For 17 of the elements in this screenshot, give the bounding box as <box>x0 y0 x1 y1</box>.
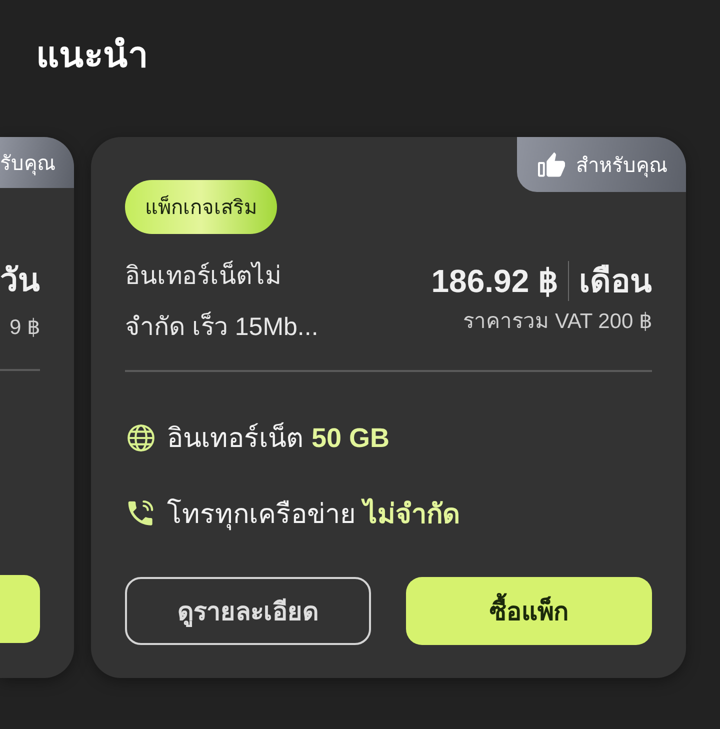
package-tag: แพ็กเกจเสริม <box>125 180 277 234</box>
feature-text: อินเทอร์เน็ต 50 GB <box>167 421 390 455</box>
section-title: แนะนำ <box>35 33 149 77</box>
globe-icon <box>127 424 155 452</box>
feature-text: โทรทุกเครือข่าย ไม่จำกัด <box>167 497 461 532</box>
price-note: 9 ฿ <box>9 315 40 341</box>
phone-icon <box>127 500 155 528</box>
badge-text: สำหรับคุณ <box>576 154 668 180</box>
price-note: ราคารวม VAT 200 ฿ <box>463 309 652 335</box>
buy-button[interactable]: ซื้อแพ็ก <box>406 577 652 645</box>
recommended-badge: รับคุณ <box>0 137 74 188</box>
price-period: วัน <box>0 261 40 300</box>
thumbs-up-icon <box>538 152 565 177</box>
package-title: อินเทอร์เน็ตไม่ จำกัด เร็ว 15Mb... <box>125 260 318 343</box>
price-period: เดือน <box>579 262 652 301</box>
details-button[interactable]: ดูรายละเอียด <box>125 577 371 645</box>
price: 186.92 ฿ <box>431 262 558 301</box>
